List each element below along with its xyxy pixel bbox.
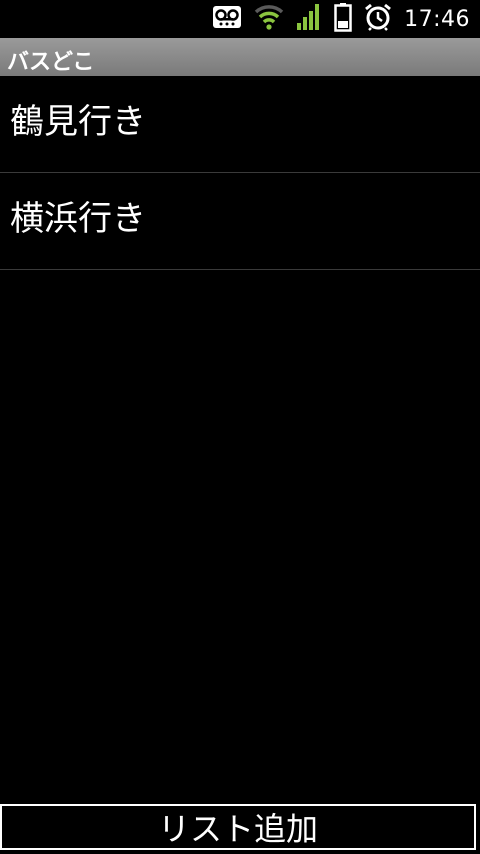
list-item-label: 横浜行き — [10, 199, 146, 239]
add-list-button[interactable]: リスト追加 — [0, 804, 476, 850]
title-bar: バスどこ — [0, 38, 480, 76]
status-time: 17:46 — [404, 6, 470, 32]
list-item-label: 鶴見行き — [10, 102, 146, 142]
status-icons: 17:46 — [212, 0, 480, 38]
voicemail-icon — [212, 4, 242, 34]
destination-list: 鶴見行き 横浜行き — [0, 76, 480, 270]
wifi-icon — [254, 3, 284, 35]
list-item[interactable]: 横浜行き — [0, 173, 480, 270]
alarm-icon — [364, 3, 392, 35]
status-bar: 17:46 — [0, 0, 480, 38]
battery-icon — [334, 2, 352, 36]
list-item[interactable]: 鶴見行き — [0, 76, 480, 173]
signal-icon — [296, 3, 322, 35]
app-title: バスどこ — [7, 50, 95, 75]
